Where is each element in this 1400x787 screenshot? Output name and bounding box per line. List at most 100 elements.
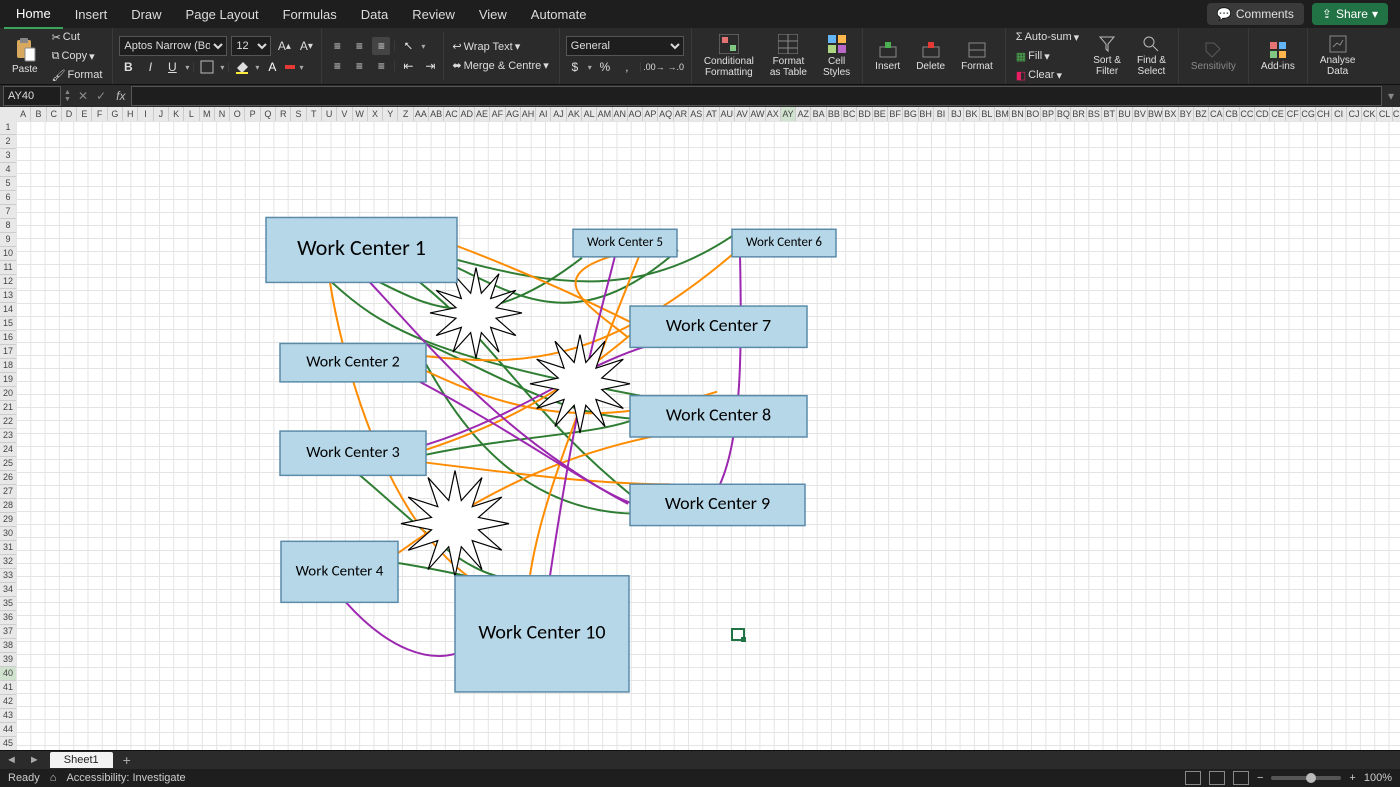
col-header[interactable]: CI xyxy=(1332,107,1347,121)
format-as-table-button[interactable]: Format as Table xyxy=(764,32,813,80)
row-header[interactable]: 45 xyxy=(0,737,16,751)
ribbon-tab-home[interactable]: Home xyxy=(4,0,63,29)
col-header[interactable]: CD xyxy=(1255,107,1270,121)
col-header[interactable]: AD xyxy=(460,107,475,121)
status-accessibility[interactable]: Accessibility: Investigate xyxy=(66,772,185,784)
col-header[interactable]: BA xyxy=(811,107,826,121)
wrap-text-button[interactable]: ↩Wrap Text ▾ xyxy=(448,38,552,55)
select-all-corner[interactable] xyxy=(0,107,17,122)
col-header[interactable]: BW xyxy=(1148,107,1163,121)
row-header[interactable]: 4 xyxy=(0,163,16,177)
ribbon-tab-review[interactable]: Review xyxy=(400,1,467,28)
connector-curve[interactable] xyxy=(426,417,640,454)
connector-curve[interactable] xyxy=(426,346,646,444)
percent-button[interactable]: % xyxy=(596,58,614,76)
zoom-level[interactable]: 100% xyxy=(1364,772,1392,784)
col-header[interactable]: P xyxy=(245,107,260,121)
row-header[interactable]: 30 xyxy=(0,527,16,541)
row-header[interactable]: 38 xyxy=(0,639,16,653)
spreadsheet-grid[interactable]: ABCDEFGHIJKLMNOPQRSTUVWXYZAAABACADAEAFAG… xyxy=(0,107,1400,751)
row-header[interactable]: 1 xyxy=(0,121,16,135)
align-bottom-button[interactable]: ≡ xyxy=(372,37,390,55)
col-header[interactable]: X xyxy=(368,107,383,121)
connector-curve[interactable] xyxy=(346,602,456,656)
formula-input[interactable] xyxy=(131,86,1382,106)
row-header[interactable]: 26 xyxy=(0,471,16,485)
col-header[interactable]: AF xyxy=(490,107,505,121)
col-header[interactable]: BU xyxy=(1117,107,1132,121)
col-header[interactable]: CF xyxy=(1286,107,1301,121)
row-header[interactable]: 19 xyxy=(0,373,16,387)
col-header[interactable]: BV xyxy=(1133,107,1148,121)
autosum-button[interactable]: ΣAuto-sum ▾ xyxy=(1012,29,1083,46)
col-header[interactable]: I xyxy=(138,107,153,121)
font-color-button[interactable]: A xyxy=(263,58,281,76)
borders-button[interactable] xyxy=(198,58,216,76)
row-header[interactable]: 43 xyxy=(0,709,16,723)
row-header[interactable]: 29 xyxy=(0,513,16,527)
ribbon-tab-formulas[interactable]: Formulas xyxy=(271,1,349,28)
col-header[interactable]: J xyxy=(154,107,169,121)
shapes-layer[interactable]: Work Center 1Work Center 2Work Center 3W… xyxy=(16,121,1400,751)
col-header[interactable]: R xyxy=(276,107,291,121)
col-header[interactable]: BP xyxy=(1041,107,1056,121)
col-header[interactable]: BK xyxy=(964,107,979,121)
active-cell[interactable] xyxy=(731,628,745,641)
conditional-formatting-button[interactable]: Conditional Formatting xyxy=(698,32,760,80)
col-header[interactable]: BX xyxy=(1163,107,1178,121)
currency-button[interactable]: $ xyxy=(566,58,584,76)
col-header[interactable]: CG xyxy=(1301,107,1316,121)
name-box[interactable] xyxy=(3,86,61,106)
col-header[interactable]: AU xyxy=(720,107,735,121)
paste-button[interactable]: Paste xyxy=(6,36,44,77)
col-header[interactable]: CC xyxy=(1240,107,1255,121)
increase-indent-button[interactable]: ⇥ xyxy=(421,57,439,75)
row-header[interactable]: 12 xyxy=(0,275,16,289)
col-header[interactable]: AH xyxy=(521,107,536,121)
col-header[interactable]: AI xyxy=(536,107,551,121)
col-header[interactable]: BC xyxy=(842,107,857,121)
col-header[interactable]: Q xyxy=(261,107,276,121)
col-header[interactable]: BG xyxy=(903,107,918,121)
comments-button[interactable]: 💬 Comments xyxy=(1207,3,1304,25)
col-header[interactable]: BL xyxy=(980,107,995,121)
copy-button[interactable]: ⧉Copy ▾ xyxy=(48,48,107,65)
number-format-select[interactable]: General xyxy=(566,36,684,56)
row-header[interactable]: 23 xyxy=(0,429,16,443)
row-headers[interactable]: 1234567891011121314151617181920212223242… xyxy=(0,121,17,751)
row-header[interactable]: 42 xyxy=(0,695,16,709)
row-header[interactable]: 8 xyxy=(0,219,16,233)
fill-color-button[interactable] xyxy=(233,58,251,76)
row-header[interactable]: 35 xyxy=(0,597,16,611)
row-header[interactable]: 14 xyxy=(0,303,16,317)
col-header[interactable]: O xyxy=(230,107,245,121)
col-header[interactable]: BS xyxy=(1087,107,1102,121)
row-header[interactable]: 32 xyxy=(0,555,16,569)
col-header[interactable]: CJ xyxy=(1347,107,1362,121)
cut-button[interactable]: ✂Cut xyxy=(48,29,107,46)
format-painter-button[interactable]: 🖌Format xyxy=(48,67,107,84)
col-header[interactable]: AN xyxy=(613,107,628,121)
row-header[interactable]: 9 xyxy=(0,233,16,247)
ribbon-tab-view[interactable]: View xyxy=(467,1,519,28)
row-header[interactable]: 31 xyxy=(0,541,16,555)
col-header[interactable]: W xyxy=(353,107,368,121)
row-header[interactable]: 34 xyxy=(0,583,16,597)
col-header[interactable]: AZ xyxy=(796,107,811,121)
normal-view-button[interactable] xyxy=(1185,771,1201,785)
find-select-button[interactable]: Find & Select xyxy=(1131,33,1172,79)
row-header[interactable]: 40 xyxy=(0,667,16,681)
cancel-formula-button[interactable]: ✕ xyxy=(74,89,92,103)
delete-cells-button[interactable]: Delete xyxy=(910,39,951,74)
page-break-view-button[interactable] xyxy=(1233,771,1249,785)
col-header[interactable]: CB xyxy=(1224,107,1239,121)
accept-formula-button[interactable]: ✓ xyxy=(92,89,110,103)
col-header[interactable]: H xyxy=(123,107,138,121)
row-header[interactable]: 27 xyxy=(0,485,16,499)
col-header[interactable]: D xyxy=(62,107,77,121)
share-button[interactable]: ⇪ Share ▾ xyxy=(1312,3,1388,25)
col-header[interactable]: L xyxy=(184,107,199,121)
row-header[interactable]: 7 xyxy=(0,205,16,219)
row-header[interactable]: 21 xyxy=(0,401,16,415)
col-header[interactable]: V xyxy=(337,107,352,121)
